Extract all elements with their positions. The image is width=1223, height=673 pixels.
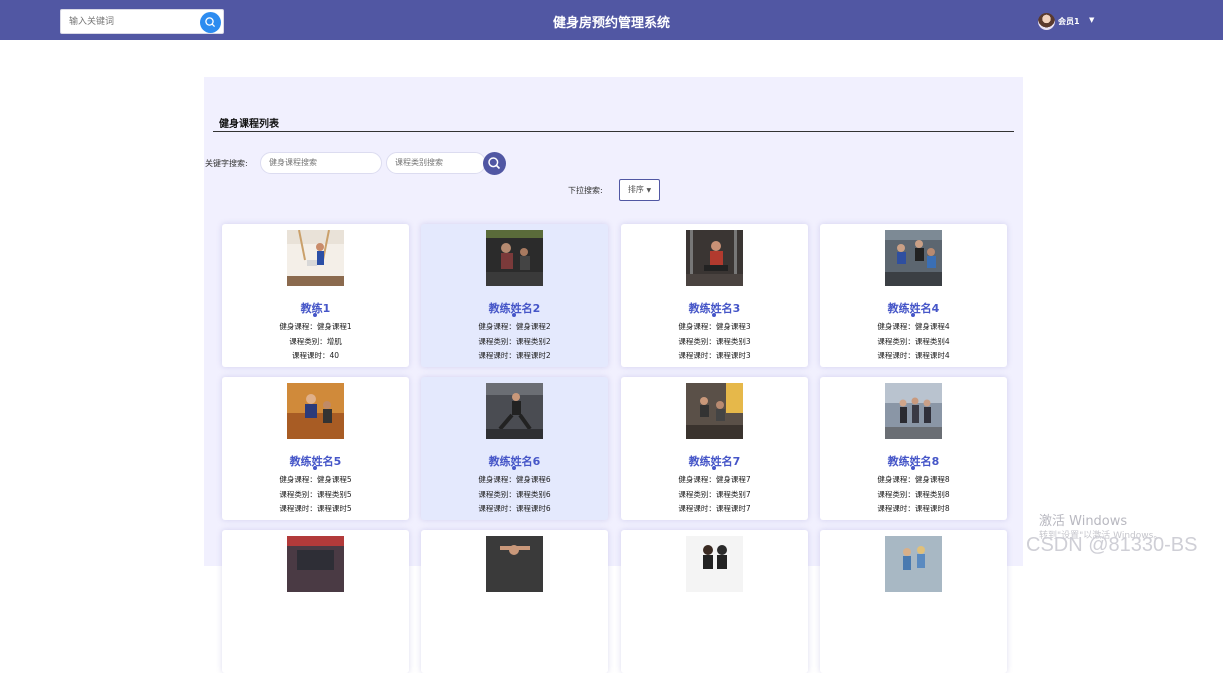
caret-down-icon: ▼ xyxy=(646,187,652,194)
dropdown-search-label: 下拉搜索: xyxy=(568,186,603,195)
course-category: 课程类别：课程类别7 xyxy=(678,490,751,499)
course-card[interactable]: 教练姓名8 健身课程：健身课程8 课程类别：课程类别8 课程课时：课程课时8 xyxy=(820,377,1007,520)
course-card[interactable]: 教练姓名6 健身课程：健身课程6 课程类别：课程类别6 课程课时：课程课时6 xyxy=(421,377,608,520)
top-navbar: 健身房预约管理系统 会员1 ▼ xyxy=(0,0,1223,40)
category-search-input[interactable] xyxy=(395,158,495,167)
coach-photo[interactable] xyxy=(686,536,743,592)
caret-down-icon[interactable]: ▼ xyxy=(1089,16,1094,24)
username[interactable]: 会员1 xyxy=(1058,16,1080,27)
name-dot xyxy=(313,313,317,317)
course-name: 健身课程：健身课程2 xyxy=(478,322,551,331)
course-category: 课程类别：课程类别5 xyxy=(279,490,352,499)
course-list-panel: 健身课程列表 关键字搜索: 下拉搜索: 排序 ▼ 教练1 健身课程：健身课程1 … xyxy=(204,77,1023,673)
sort-label: 排序 xyxy=(627,185,644,194)
name-dot xyxy=(512,466,516,470)
course-hours: 课程课时：课程课时6 xyxy=(478,504,551,513)
course-name: 健身课程：健身课程7 xyxy=(678,475,751,484)
name-dot xyxy=(313,466,317,470)
course-category: 课程类别：课程类别6 xyxy=(478,490,551,499)
course-card[interactable]: 教练1 健身课程：健身课程1 课程类别：增肌 课程课时：40 xyxy=(222,224,409,367)
course-card[interactable] xyxy=(222,530,409,673)
csdn-watermark: CSDN @81330-BS xyxy=(1026,534,1198,556)
category-search-field[interactable] xyxy=(386,152,495,174)
course-card[interactable] xyxy=(820,530,1007,673)
course-hours: 课程课时：课程课时4 xyxy=(877,351,950,360)
coach-photo[interactable] xyxy=(885,383,942,439)
course-search-field[interactable] xyxy=(260,152,382,174)
name-dot xyxy=(512,313,516,317)
course-name: 健身课程：健身课程6 xyxy=(478,475,551,484)
course-name: 健身课程：健身课程1 xyxy=(279,322,352,331)
course-category: 课程类别：课程类别3 xyxy=(678,337,751,346)
course-hours: 课程课时：课程课时2 xyxy=(478,351,551,360)
course-hours: 课程课时：课程课时8 xyxy=(877,504,950,513)
coach-photo[interactable] xyxy=(885,230,942,286)
course-card[interactable]: 教练姓名5 健身课程：健身课程5 课程类别：课程类别5 课程课时：课程课时5 xyxy=(222,377,409,520)
course-card[interactable] xyxy=(421,530,608,673)
course-hours: 课程课时：课程课时7 xyxy=(678,504,751,513)
course-card[interactable]: 教练姓名3 健身课程：健身课程3 课程类别：课程类别3 课程课时：课程课时3 xyxy=(621,224,808,367)
course-card[interactable]: 教练姓名2 健身课程：健身课程2 课程类别：课程类别2 课程课时：课程课时2 xyxy=(421,224,608,367)
windows-activation-title: 激活 Windows xyxy=(1039,514,1128,529)
coach-photo[interactable] xyxy=(686,230,743,286)
search-submit-button[interactable] xyxy=(483,152,506,175)
coach-photo[interactable] xyxy=(287,230,344,286)
course-card[interactable] xyxy=(621,530,808,673)
course-name: 健身课程：健身课程4 xyxy=(877,322,950,331)
coach-photo[interactable] xyxy=(885,536,942,592)
course-category: 课程类别：课程类别8 xyxy=(877,490,950,499)
course-hours: 课程课时：课程课时5 xyxy=(279,504,352,513)
coach-photo[interactable] xyxy=(486,383,543,439)
course-category: 课程类别：课程类别4 xyxy=(877,337,950,346)
coach-photo[interactable] xyxy=(486,230,543,286)
course-category: 课程类别：课程类别2 xyxy=(478,337,551,346)
course-hours: 课程课时：课程课时3 xyxy=(678,351,751,360)
section-divider xyxy=(213,131,1014,132)
sort-dropdown-button[interactable]: 排序 ▼ xyxy=(619,179,660,201)
coach-photo[interactable] xyxy=(287,383,344,439)
course-name: 健身课程：健身课程8 xyxy=(877,475,950,484)
avatar[interactable] xyxy=(1038,13,1055,30)
name-dot xyxy=(911,466,915,470)
course-name: 健身课程：健身课程3 xyxy=(678,322,751,331)
name-dot xyxy=(911,313,915,317)
course-card[interactable]: 教练姓名4 健身课程：健身课程4 课程类别：课程类别4 课程课时：课程课时4 xyxy=(820,224,1007,367)
course-name: 健身课程：健身课程5 xyxy=(279,475,352,484)
coach-photo[interactable] xyxy=(486,536,543,592)
coach-photo[interactable] xyxy=(686,383,743,439)
name-dot xyxy=(712,466,716,470)
course-hours: 课程课时：40 xyxy=(291,351,340,360)
section-title: 健身课程列表 xyxy=(219,119,279,130)
course-search-input[interactable] xyxy=(269,158,369,167)
name-dot xyxy=(712,313,716,317)
search-icon xyxy=(488,157,501,170)
keyword-search-label: 关键字搜索: xyxy=(205,159,248,168)
course-category: 课程类别：增肌 xyxy=(289,337,342,346)
coach-photo[interactable] xyxy=(287,536,344,592)
course-card[interactable]: 教练姓名7 健身课程：健身课程7 课程类别：课程类别7 课程课时：课程课时7 xyxy=(621,377,808,520)
